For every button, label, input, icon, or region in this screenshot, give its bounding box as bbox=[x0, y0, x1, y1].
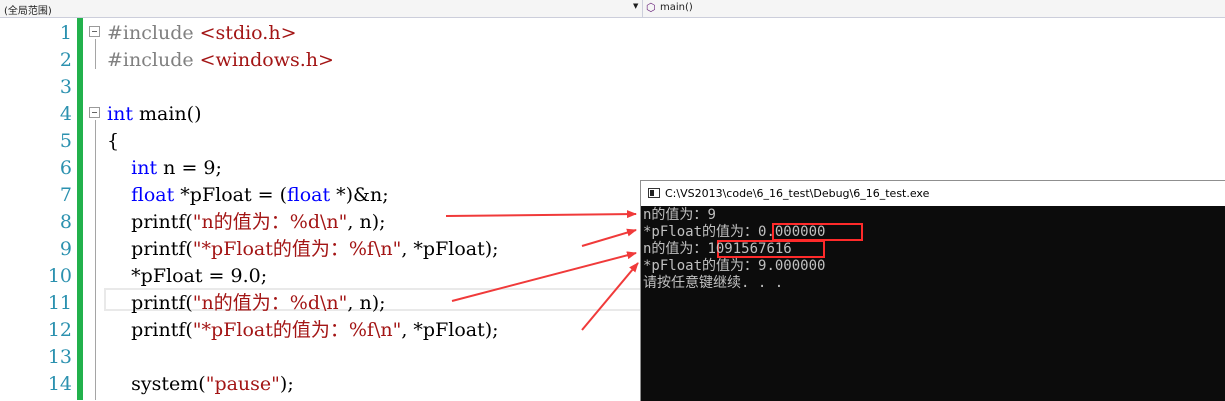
code-token: , n); bbox=[347, 211, 386, 233]
line-number: 6 bbox=[59, 157, 72, 179]
code-line[interactable]: #include <windows.h> bbox=[107, 47, 334, 74]
code-token: system( bbox=[107, 373, 206, 395]
code-token: #include bbox=[107, 22, 200, 44]
code-token: "n的值为：%d\n" bbox=[192, 292, 348, 314]
line-number: 10 bbox=[47, 265, 72, 287]
console-window-icon bbox=[648, 188, 660, 198]
code-line[interactable]: #include <stdio.h> bbox=[107, 20, 297, 47]
scope-label: (全局范围) bbox=[4, 6, 52, 17]
console-output-label: n的值为： bbox=[643, 241, 708, 257]
code-line[interactable]: *pFloat = 9.0; bbox=[107, 263, 267, 290]
code-token: , *pFloat); bbox=[401, 238, 499, 260]
dropdown-arrow-icon[interactable]: ▼ bbox=[633, 2, 638, 10]
line-number: 5 bbox=[59, 130, 72, 152]
code-token: "pause" bbox=[205, 373, 280, 395]
member-label: main() bbox=[660, 2, 693, 13]
line-number: 1 bbox=[59, 22, 72, 44]
code-line[interactable]: system("pause"); bbox=[107, 371, 294, 398]
code-line[interactable]: int n = 9; bbox=[107, 155, 222, 182]
fold-collapse-icon[interactable] bbox=[89, 26, 100, 37]
line-number: 11 bbox=[47, 292, 72, 314]
console-window[interactable]: C:\VS2013\code\6_16_test\Debug\6_16_test… bbox=[640, 180, 1225, 401]
line-number: 3 bbox=[59, 76, 72, 98]
code-line[interactable]: printf("*pFloat的值为：%f\n", *pFloat); bbox=[107, 317, 499, 344]
line-number: 9 bbox=[59, 238, 72, 260]
code-token: printf( bbox=[107, 319, 193, 341]
line-number: 2 bbox=[59, 49, 72, 71]
scope-dropdown[interactable]: (全局范围) ▼ bbox=[0, 0, 642, 17]
code-line[interactable]: float *pFloat = (float *)&n; bbox=[107, 182, 389, 209]
console-output-value: 9.000000 bbox=[758, 258, 826, 274]
code-token: main() bbox=[132, 103, 202, 125]
console-output-line: *pFloat的值为：9.000000 bbox=[643, 258, 825, 275]
line-number: 12 bbox=[47, 319, 72, 341]
code-token: "*pFloat的值为：%f\n" bbox=[192, 319, 402, 341]
code-token: *pFloat = ( bbox=[174, 184, 288, 206]
code-token: ); bbox=[279, 373, 294, 395]
line-number: 8 bbox=[59, 211, 72, 233]
code-line[interactable]: { bbox=[107, 128, 119, 155]
code-line[interactable]: printf("n的值为：%d\n", n); bbox=[107, 209, 386, 236]
code-token: int bbox=[131, 157, 158, 179]
line-number: 4 bbox=[59, 103, 72, 125]
line-number: 13 bbox=[47, 346, 72, 368]
line-number: 7 bbox=[59, 184, 72, 206]
fold-collapse-icon[interactable] bbox=[89, 107, 100, 118]
console-output-line: n的值为：9 bbox=[643, 207, 716, 224]
code-token: { bbox=[107, 130, 120, 152]
code-line[interactable]: int main() bbox=[107, 101, 201, 128]
code-token: <stdio.h> bbox=[199, 22, 297, 44]
code-token: printf( bbox=[107, 238, 193, 260]
code-token: , n); bbox=[347, 292, 386, 314]
console-output-label: 请按任意键继续. . . bbox=[643, 275, 784, 291]
console-output-line: n的值为：1091567616 bbox=[643, 241, 792, 258]
code-token: "n的值为：%d\n" bbox=[192, 211, 348, 233]
navigation-bar: (全局范围) ▼ ⬡ main() bbox=[0, 0, 1225, 18]
console-output-line: 请按任意键继续. . . bbox=[643, 275, 783, 292]
code-token: float bbox=[287, 184, 331, 206]
method-icon: ⬡ bbox=[646, 1, 656, 14]
code-token: printf( bbox=[107, 292, 193, 314]
code-token: , *pFloat); bbox=[401, 319, 499, 341]
console-output-value: 0.000000 bbox=[758, 224, 826, 240]
console-output-line: *pFloat的值为：0.000000 bbox=[643, 224, 825, 241]
line-number: 14 bbox=[47, 373, 72, 395]
console-title-bar[interactable]: C:\VS2013\code\6_16_test\Debug\6_16_test… bbox=[641, 181, 1225, 206]
code-token: int bbox=[107, 103, 133, 125]
console-output-value: 9 bbox=[707, 207, 716, 223]
code-token: "*pFloat的值为：%f\n" bbox=[192, 238, 402, 260]
code-token: printf( bbox=[107, 211, 193, 233]
console-title: C:\VS2013\code\6_16_test\Debug\6_16_test… bbox=[665, 187, 930, 200]
change-indicator-bar bbox=[77, 18, 83, 400]
fold-guide-line bbox=[95, 120, 96, 400]
code-token: *pFloat = 9.0; bbox=[107, 265, 268, 287]
code-token: n = 9; bbox=[157, 157, 222, 179]
code-line[interactable]: printf("n的值为：%d\n", n); bbox=[107, 290, 386, 317]
code-token: <windows.h> bbox=[199, 49, 334, 71]
code-line[interactable]: printf("*pFloat的值为：%f\n", *pFloat); bbox=[107, 236, 499, 263]
code-token: *)&n; bbox=[330, 184, 389, 206]
divider bbox=[642, 0, 643, 17]
console-output-label: n的值为： bbox=[643, 207, 708, 223]
console-output-value: 1091567616 bbox=[707, 241, 792, 257]
code-token: #include bbox=[107, 49, 200, 71]
console-output-label: *pFloat的值为： bbox=[643, 258, 759, 274]
console-output-label: *pFloat的值为： bbox=[643, 224, 759, 240]
member-dropdown[interactable]: ⬡ main() bbox=[644, 0, 1224, 17]
code-token: float bbox=[131, 184, 175, 206]
fold-guide-line bbox=[95, 39, 96, 69]
